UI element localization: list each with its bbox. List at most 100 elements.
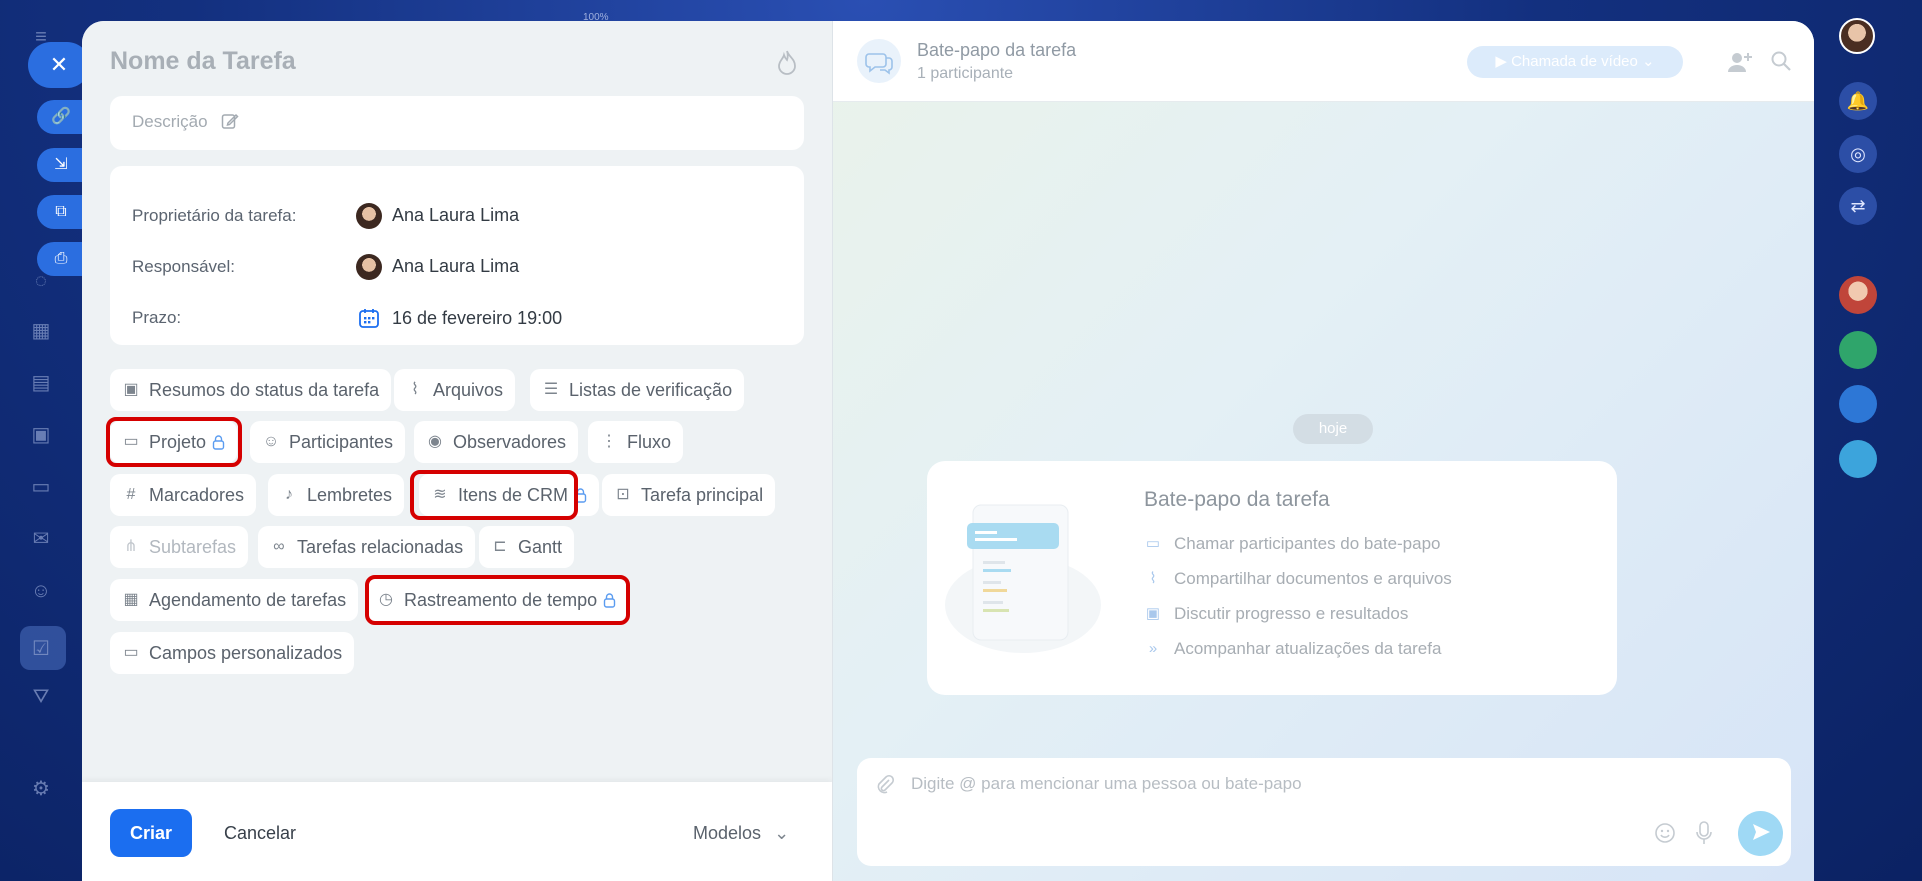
- calendar-icon: [359, 309, 379, 328]
- calendar-clock-icon: ▦: [123, 591, 139, 608]
- card-item-discuss: ▣ Discutir progresso e resultados: [1145, 604, 1409, 623]
- responsible-label: Responsável:: [132, 257, 236, 276]
- deadline-label: Prazo:: [132, 308, 182, 327]
- forward-icon: »: [1148, 640, 1158, 657]
- search-icon[interactable]: [1770, 50, 1792, 72]
- attach-icon[interactable]: [875, 774, 895, 794]
- user-avatar[interactable]: [1839, 18, 1875, 54]
- send-arrow-icon: [1752, 824, 1770, 840]
- description-placeholder: Descrição: [132, 112, 208, 131]
- microphone-icon[interactable]: [1695, 820, 1713, 846]
- chat-bubbles-icon: [857, 39, 901, 83]
- card-title: Bate-papo da tarefa: [1144, 488, 1330, 511]
- files-chip[interactable]: ⌇ Arquivos: [394, 369, 516, 411]
- notifications-icon[interactable]: 🔔: [1839, 82, 1877, 120]
- open-new-window-button[interactable]: ⧉: [37, 195, 85, 229]
- time-tracking-highlight: [365, 575, 630, 625]
- cancel-button[interactable]: Cancelar: [224, 809, 296, 857]
- tasks-nav-icon[interactable]: ☑: [28, 636, 54, 662]
- chat-intro-card: Bate-papo da tarefa ▭ Chamar participante…: [927, 461, 1617, 695]
- responsible-name[interactable]: Ana Laura Lima: [392, 256, 519, 277]
- checklist-icon: ☰: [543, 381, 559, 398]
- chevron-down-icon: ⌄: [1642, 53, 1655, 70]
- models-label: Modelos: [693, 823, 762, 843]
- create-button[interactable]: Criar: [110, 809, 192, 857]
- fields-icon: ▭: [123, 644, 139, 661]
- bookmark-app-icon[interactable]: [1839, 385, 1877, 423]
- video-icon: ▭: [1145, 535, 1161, 552]
- flame-icon[interactable]: [776, 49, 798, 75]
- messenger-app-icon[interactable]: [1839, 440, 1877, 478]
- task-scheduling-chip[interactable]: ▦ Agendamento de tarefas: [110, 579, 359, 621]
- related-tasks-chip[interactable]: ∞ Tarefas relacionadas: [258, 526, 476, 568]
- responsible-avatar[interactable]: [356, 254, 382, 280]
- chat-illustration: [945, 504, 1101, 653]
- contact-avatar[interactable]: [1839, 276, 1877, 314]
- copy-link-button[interactable]: 🔗: [37, 100, 85, 134]
- task-details-box: Proprietário da tarefa: Ana Laura Lima R…: [110, 166, 804, 345]
- reminders-chip[interactable]: ♪ Lembretes: [268, 474, 405, 516]
- app-shortcut-green[interactable]: [1839, 331, 1877, 369]
- owner-label: Proprietário da tarefa:: [132, 206, 297, 225]
- summary-icon: ▣: [1145, 605, 1161, 622]
- task-chat-panel: Bate-papo da tarefa 1 participante ▶ Cha…: [832, 21, 1814, 881]
- send-button[interactable]: [1738, 811, 1783, 856]
- minimize-button[interactable]: ⇲: [37, 148, 85, 182]
- card-item-invite: ▭ Chamar participantes do bate-papo: [1145, 534, 1441, 553]
- hash-icon: #: [126, 486, 136, 503]
- drive-nav-icon[interactable]: ▭: [28, 474, 54, 500]
- date-divider: hoje: [1293, 414, 1373, 444]
- card-item-share: ⌇ Compartilhar documentos e arquivos: [1144, 569, 1451, 589]
- tags-chip[interactable]: # Marcadores: [110, 474, 257, 516]
- link-icon: ∞: [273, 538, 285, 555]
- activity-icon[interactable]: ◎: [1839, 135, 1877, 173]
- observers-chip[interactable]: ◉ Observadores: [414, 421, 579, 463]
- task-title-input[interactable]: Nome da Tarefa: [110, 47, 296, 76]
- task-form-panel: Nome da Tarefa Descrição Proprietário da…: [82, 21, 832, 881]
- summary-icon: ▣: [123, 381, 139, 398]
- close-button[interactable]: ✕: [28, 42, 90, 88]
- chat-title: Bate-papo da tarefa: [917, 40, 1077, 60]
- bell-icon: ♪: [285, 486, 293, 503]
- chevron-down-icon: ⌄: [774, 823, 790, 843]
- edit-icon: [221, 113, 239, 129]
- add-participant-icon[interactable]: [1727, 50, 1753, 74]
- chat-header: Bate-papo da tarefa 1 participante ▶ Cha…: [833, 21, 1814, 102]
- paperclip-icon: ⌇: [411, 381, 419, 398]
- paperclip-icon: ⌇: [1149, 570, 1157, 587]
- subtasks-icon: ⋔: [124, 538, 138, 555]
- gantt-icon: ⊏: [493, 538, 507, 555]
- status-summaries-chip[interactable]: ▣ Resumos do status da tarefa: [110, 369, 392, 411]
- owner-avatar[interactable]: [356, 203, 382, 229]
- subtasks-chip[interactable]: ⋔ Subtarefas: [110, 526, 249, 568]
- models-dropdown[interactable]: Modelos ⌄: [693, 809, 789, 857]
- presentation-nav-icon[interactable]: ▣: [28, 422, 54, 448]
- message-input[interactable]: [909, 768, 1613, 800]
- docs-nav-icon[interactable]: ▤: [28, 370, 54, 396]
- sync-icon[interactable]: ⇄: [1839, 187, 1877, 225]
- video-call-button[interactable]: ▶ Chamada de vídeo ⌄: [1467, 46, 1683, 78]
- chat-participants-count[interactable]: 1 participante: [917, 65, 1013, 83]
- checklists-chip[interactable]: ☰ Listas de verificação: [530, 369, 745, 411]
- deadline-value[interactable]: 16 de fevereiro 19:00: [392, 308, 562, 329]
- emoji-icon[interactable]: [1654, 822, 1676, 844]
- form-footer: Criar Cancelar Modelos ⌄: [82, 782, 832, 881]
- calendar-nav-icon[interactable]: ▦: [28, 318, 54, 344]
- message-composer: [857, 758, 1791, 866]
- print-button[interactable]: ⎙: [37, 242, 85, 276]
- task-create-modal: Nome da Tarefa Descrição Proprietário da…: [82, 21, 1814, 881]
- gantt-chip[interactable]: ⊏ Gantt: [479, 526, 575, 568]
- card-item-follow: » Acompanhar atualizações da tarefa: [1144, 639, 1442, 659]
- participants-chip[interactable]: ☺ Participantes: [250, 421, 406, 463]
- contacts-nav-icon[interactable]: ☺: [28, 578, 54, 604]
- right-sidebar: [1815, 0, 1922, 881]
- parent-task-chip[interactable]: ⊡ Tarefa principal: [602, 474, 776, 516]
- owner-name[interactable]: Ana Laura Lima: [392, 205, 519, 226]
- crm-items-highlight: [410, 470, 578, 520]
- crm-nav-icon[interactable]: ⛛: [28, 684, 54, 710]
- custom-fields-chip[interactable]: ▭ Campos personalizados: [110, 632, 355, 674]
- description-field[interactable]: Descrição: [110, 96, 804, 150]
- settings-nav-icon[interactable]: ⚙: [28, 776, 54, 802]
- flow-chip[interactable]: ⋮ Fluxo: [588, 421, 684, 463]
- mail-nav-icon[interactable]: ✉: [28, 526, 54, 552]
